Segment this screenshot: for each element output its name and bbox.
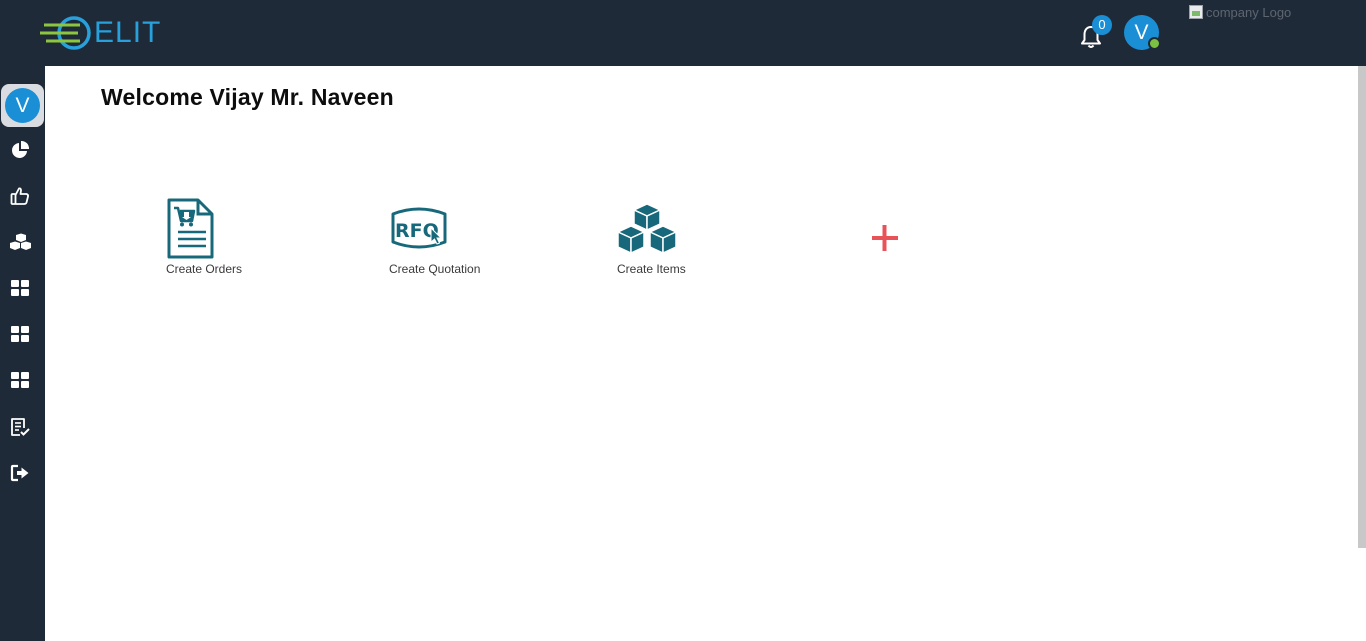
logout-icon[interactable] [10,463,30,483]
checklist-icon[interactable] [10,417,30,437]
company-logo-alt-text: company Logo [1206,4,1292,20]
order-document-icon [167,198,214,259]
broken-image-icon [1189,5,1203,19]
create-items-tile[interactable]: Create Items [612,198,702,283]
plus-icon[interactable] [870,223,900,253]
pie-chart-icon[interactable] [10,140,30,160]
rfq-icon: RFQ [391,207,447,249]
create-quotation-tile[interactable]: RFQ Create Quotation [384,198,500,283]
page-title: Welcome Vijay Mr. Naveen [101,84,394,110]
create-quotation-label: Create Quotation [389,262,481,276]
company-logo: company Logo [1189,4,1291,20]
elit-logo[interactable]: ELIT [40,13,161,53]
cubes-icon [617,203,677,254]
logo-mark-icon [40,16,91,50]
create-items-label: Create Items [617,262,686,276]
thumbs-up-icon[interactable] [10,186,30,206]
top-bar: ELIT 0 V company Logo [0,0,1366,66]
grid-icon[interactable] [10,278,30,298]
grid-icon[interactable] [10,324,30,344]
scrollbar-thumb[interactable] [1358,66,1366,548]
grid-icon[interactable] [10,370,30,390]
create-orders-label: Create Orders [165,262,243,276]
online-status-dot [1148,37,1161,50]
logo-text: ELIT [94,16,162,49]
sidebar-avatar: V [5,88,40,123]
create-orders-tile[interactable]: Create Orders [155,198,253,283]
boxes-icon[interactable] [9,233,32,253]
sidebar: V [0,66,45,641]
notification-badge: 0 [1092,15,1112,35]
scrollbar-track[interactable] [1358,548,1366,641]
sidebar-avatar-button[interactable]: V [1,84,44,127]
